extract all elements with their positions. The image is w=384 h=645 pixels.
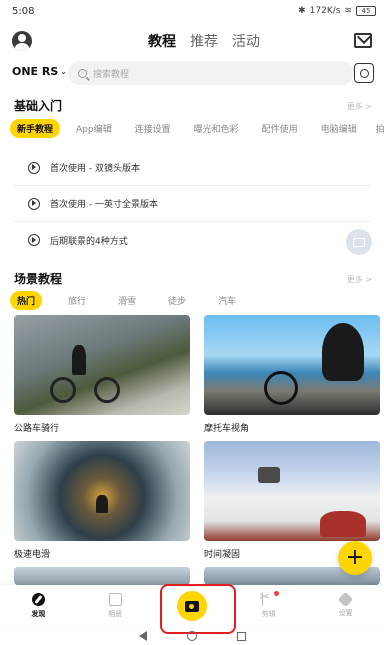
search-row: ONE RS ⌄ 搜索教程: [0, 61, 384, 85]
chip-shooting[interactable]: 拍摄教: [376, 122, 384, 135]
chip-car[interactable]: 汽车: [218, 294, 236, 307]
mail-icon[interactable]: [354, 33, 372, 48]
scissors-icon: [259, 590, 280, 606]
nav-label: 发现: [31, 610, 46, 618]
video-card[interactable]: [14, 567, 190, 585]
nav-settings[interactable]: 设置: [307, 585, 384, 627]
status-time: 5:08: [12, 5, 35, 17]
guide-title: 后期联景的4种方式: [50, 236, 128, 247]
search-placeholder: 搜索教程: [93, 69, 130, 80]
book-icon[interactable]: [346, 229, 372, 255]
guide-title: 首次使用 - 一英寸全景版本: [50, 200, 158, 210]
video-caption: 公路车骑行: [14, 424, 60, 434]
nav-discover[interactable]: 发现: [0, 585, 77, 627]
chip-hiking[interactable]: 徒步: [168, 294, 186, 307]
guide-list: 首次使用 - 双镜头版本 首次使用 - 一英寸全景版本 后期联景的4种方式: [14, 150, 370, 258]
nav-edit[interactable]: 剪辑: [230, 585, 307, 627]
chip-app-edit[interactable]: App编辑: [76, 122, 112, 135]
gear-icon: [337, 591, 354, 608]
nav-album[interactable]: 相册: [77, 585, 154, 627]
compass-icon: [31, 593, 45, 606]
list-item[interactable]: 首次使用 - 双镜头版本: [14, 150, 370, 186]
chip-ski[interactable]: 滑雪: [118, 294, 136, 307]
notification-dot: [274, 591, 280, 596]
add-button[interactable]: +: [338, 541, 372, 575]
list-item[interactable]: 后期联景的4种方式: [14, 222, 370, 258]
basics-title: 基础入门: [14, 99, 63, 113]
header-tabs: 教程 推荐 活动: [148, 31, 260, 51]
chip-popular[interactable]: 热门: [10, 290, 43, 310]
video-thumbnail: [204, 315, 380, 415]
bottom-nav: 发现 相册 剪辑 设置: [0, 585, 384, 627]
video-card[interactable]: 极速电滑: [14, 441, 190, 560]
device-selector[interactable]: ONE RS ⌄: [12, 65, 67, 78]
guide-title: 首次使用 - 双镜头版本: [50, 164, 140, 174]
video-thumbnail: [204, 441, 380, 541]
basics-more-link[interactable]: 更多 >: [347, 101, 372, 112]
search-icon: [78, 68, 87, 78]
scenes-title: 场景教程: [14, 272, 63, 286]
play-icon: [28, 197, 40, 210]
battery-icon: 45: [356, 6, 376, 16]
video-caption: 极速电滑: [14, 550, 51, 560]
video-caption: 摩托车视角: [204, 424, 250, 434]
list-item[interactable]: 首次使用 - 一英寸全景版本: [14, 186, 370, 222]
tab-events[interactable]: 活动: [232, 31, 260, 51]
network-speed: 172K/s: [309, 6, 341, 16]
bluetooth-icon: ✱: [298, 6, 306, 16]
video-thumbnail: [14, 567, 190, 585]
video-card[interactable]: 摩托车视角: [204, 315, 380, 434]
system-nav-bar: [0, 627, 384, 645]
nav-label: 设置: [338, 609, 353, 617]
device-name: ONE RS: [12, 65, 59, 78]
video-thumbnail: [14, 315, 190, 415]
nav-label: 剪辑: [261, 610, 276, 618]
nav-camera[interactable]: [154, 585, 231, 627]
search-input[interactable]: 搜索教程: [68, 61, 354, 85]
wifi-icon: ≋: [344, 6, 352, 16]
chip-connection[interactable]: 连接设置: [135, 122, 171, 135]
chip-travel[interactable]: 旅行: [68, 294, 86, 307]
tab-recommend[interactable]: 推荐: [190, 31, 218, 51]
avatar-icon[interactable]: [12, 31, 32, 51]
basics-chips: 新手教程 App编辑 连接设置 曝光和色彩 配件使用 电脑编辑 拍摄教: [0, 118, 384, 138]
status-right: ✱ 172K/s ≋ 45: [298, 6, 376, 16]
play-icon: [28, 234, 40, 246]
chevron-down-icon: ⌄: [60, 67, 67, 76]
tab-tutorials[interactable]: 教程: [148, 31, 176, 51]
chip-beginner[interactable]: 新手教程: [10, 118, 61, 138]
chip-pc-edit[interactable]: 电脑编辑: [321, 122, 357, 135]
video-card[interactable]: 公路车骑行: [14, 315, 190, 434]
nav-label: 相册: [108, 610, 123, 618]
video-thumbnail: [14, 441, 190, 541]
scenes-more-link[interactable]: 更多 >: [347, 274, 372, 285]
status-bar: 5:08 ✱ 172K/s ≋ 45: [0, 0, 384, 22]
recent-apps-icon[interactable]: [236, 631, 246, 641]
scan-icon[interactable]: [354, 63, 374, 83]
album-icon: [108, 593, 122, 606]
chip-exposure[interactable]: 曝光和色彩: [194, 122, 239, 135]
top-nav: 教程 推荐 活动: [0, 26, 384, 56]
scene-chips: 热门 旅行 滑雪 徒步 汽车: [0, 290, 384, 310]
back-icon[interactable]: [138, 631, 147, 641]
home-icon[interactable]: [186, 631, 197, 641]
play-icon: [28, 161, 40, 174]
chip-accessories[interactable]: 配件使用: [262, 122, 298, 135]
camera-icon: [176, 591, 207, 621]
